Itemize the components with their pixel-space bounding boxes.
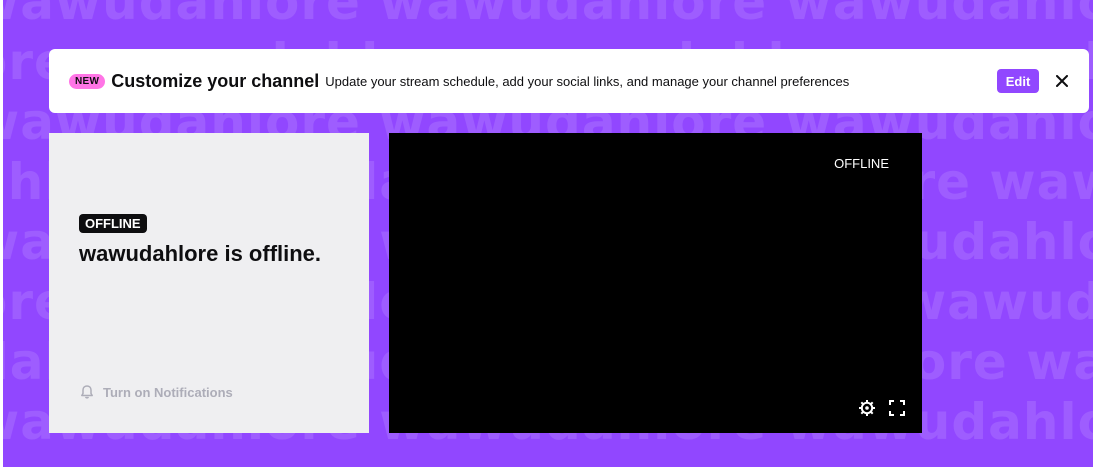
close-icon[interactable] bbox=[1053, 72, 1071, 90]
channel-page: wawudahlore wawudahlore wawudahlore ore … bbox=[0, 0, 1095, 467]
player-controls bbox=[858, 399, 906, 417]
offline-status-tag: OFFLINE bbox=[79, 214, 147, 233]
new-badge: NEW bbox=[69, 73, 106, 89]
turn-on-notifications-button[interactable]: Turn on Notifications bbox=[79, 384, 233, 400]
banner-title: Customize your channel bbox=[111, 70, 320, 91]
offline-message: wawudahlore is offline. bbox=[79, 241, 322, 266]
player-offline-label: OFFLINE bbox=[834, 156, 889, 171]
bell-icon bbox=[81, 385, 93, 399]
edit-button[interactable]: Edit bbox=[997, 69, 1039, 93]
customize-channel-banner: NEW Customize your channel Update your s… bbox=[49, 49, 1089, 113]
banner-description: Update your stream schedule, add your so… bbox=[325, 73, 850, 89]
gear-icon[interactable] bbox=[858, 399, 876, 417]
offline-info-card: OFFLINE wawudahlore is offline. Turn on … bbox=[49, 133, 369, 433]
video-player[interactable]: OFFLINE bbox=[389, 133, 922, 433]
fullscreen-icon[interactable] bbox=[888, 399, 906, 417]
notifications-label: Turn on Notifications bbox=[103, 384, 233, 400]
background-text-row: wawudahlore wawudahlore wawudahlore bbox=[0, 0, 1095, 31]
